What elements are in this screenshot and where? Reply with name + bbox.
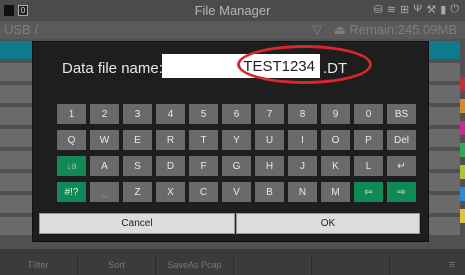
ok-button[interactable]: OK <box>236 213 420 234</box>
key-0[interactable]: 0 <box>354 104 383 124</box>
key-g[interactable]: G <box>222 156 251 176</box>
side-marker <box>460 143 465 157</box>
key-i[interactable]: I <box>288 130 317 150</box>
side-marker <box>460 209 465 223</box>
side-marker <box>460 77 465 91</box>
usb-icon: Ψ <box>413 3 423 15</box>
status-bar: 0 File Manager ⛁ ≋ ⊞ Ψ ⚒ ▮ ⏻ <box>0 0 465 21</box>
wifi-icon: ≋ <box>386 4 396 16</box>
key-4[interactable]: 4 <box>156 104 185 124</box>
tool-icon: ⚒ <box>426 4 437 16</box>
remaining-space: Remain:245.09MB <box>349 22 457 37</box>
filename-dialog: Data file name: .DT 1 2 3 4 5 6 7 8 9 0 … <box>32 41 429 242</box>
path-bar-icons: ▽ ⏏ <box>312 22 346 38</box>
hdd-icon: ⛁ <box>373 4 383 16</box>
path-bar: USB / ▽ ⏏ Remain:245.09MB <box>0 21 465 39</box>
filename-input[interactable] <box>162 54 320 78</box>
key-l[interactable]: L <box>354 156 383 176</box>
key-s[interactable]: S <box>123 156 152 176</box>
key-x[interactable]: X <box>156 182 185 202</box>
key-m[interactable]: M <box>321 182 350 202</box>
sort-button[interactable]: Sort <box>78 255 156 275</box>
stop-icon[interactable] <box>4 5 14 16</box>
lan-icon: ⊞ <box>399 4 410 16</box>
key-symbols[interactable]: #!? <box>57 182 86 202</box>
key-d[interactable]: D <box>156 156 185 176</box>
arrow-left-icon[interactable]: ⇦ <box>354 182 383 202</box>
key-underscore[interactable]: _ <box>90 182 119 202</box>
arrow-right-icon[interactable]: ⇨ <box>387 182 416 202</box>
empty-slot <box>234 255 312 275</box>
key-u[interactable]: U <box>255 130 284 150</box>
key-1[interactable]: 1 <box>57 104 86 124</box>
key-e[interactable]: E <box>123 130 152 150</box>
cancel-button[interactable]: Cancel <box>39 213 235 234</box>
key-v[interactable]: V <box>222 182 251 202</box>
key-y[interactable]: Y <box>222 130 251 150</box>
bottom-toolbar: Filter Sort SaveAs Pcap ≡ <box>0 255 465 275</box>
key-o[interactable]: O <box>321 130 350 150</box>
key-6[interactable]: 6 <box>222 104 251 124</box>
key-delete[interactable]: Del <box>387 130 416 150</box>
key-backspace[interactable]: BS <box>387 104 416 124</box>
eject-icon[interactable]: ⏏ <box>334 22 346 37</box>
empty-slot <box>312 255 390 275</box>
battery-icon: ▮ <box>440 4 447 16</box>
power-icon: ⏻ <box>450 3 459 15</box>
key-b[interactable]: B <box>255 182 284 202</box>
key-w[interactable]: W <box>90 130 119 150</box>
key-7[interactable]: 7 <box>255 104 284 124</box>
filter-icon[interactable]: ▽ <box>312 22 322 37</box>
key-p[interactable]: P <box>354 130 383 150</box>
side-marker <box>460 187 465 201</box>
current-path: USB / <box>4 22 38 37</box>
key-j[interactable]: J <box>288 156 317 176</box>
key-c[interactable]: C <box>189 182 218 202</box>
status-right-icons: ⛁ ≋ ⊞ Ψ ⚒ ▮ ⏻ <box>374 3 460 16</box>
channel-badge: 0 <box>18 5 28 16</box>
saveas-pcap-button[interactable]: SaveAs Pcap <box>156 255 234 275</box>
key-shift[interactable]: ↓a <box>57 156 86 176</box>
key-q[interactable]: Q <box>57 130 86 150</box>
key-enter-icon[interactable]: ↵ <box>387 156 416 176</box>
key-9[interactable]: 9 <box>321 104 350 124</box>
side-marker <box>460 165 465 179</box>
key-z[interactable]: Z <box>123 182 152 202</box>
file-extension: .DT <box>323 60 348 77</box>
filter-button[interactable]: Filter <box>0 255 78 275</box>
key-h[interactable]: H <box>255 156 284 176</box>
side-marker <box>460 121 465 135</box>
key-k[interactable]: K <box>321 156 350 176</box>
filename-label: Data file name: <box>62 60 163 77</box>
key-r[interactable]: R <box>156 130 185 150</box>
key-f[interactable]: F <box>189 156 218 176</box>
key-5[interactable]: 5 <box>189 104 218 124</box>
key-t[interactable]: T <box>189 130 218 150</box>
key-2[interactable]: 2 <box>90 104 119 124</box>
key-a[interactable]: A <box>90 156 119 176</box>
menu-icon[interactable]: ≡ <box>449 259 455 271</box>
key-8[interactable]: 8 <box>288 104 317 124</box>
status-left-icons: 0 <box>0 5 28 16</box>
key-n[interactable]: N <box>288 182 317 202</box>
side-marker <box>460 99 465 113</box>
key-3[interactable]: 3 <box>123 104 152 124</box>
